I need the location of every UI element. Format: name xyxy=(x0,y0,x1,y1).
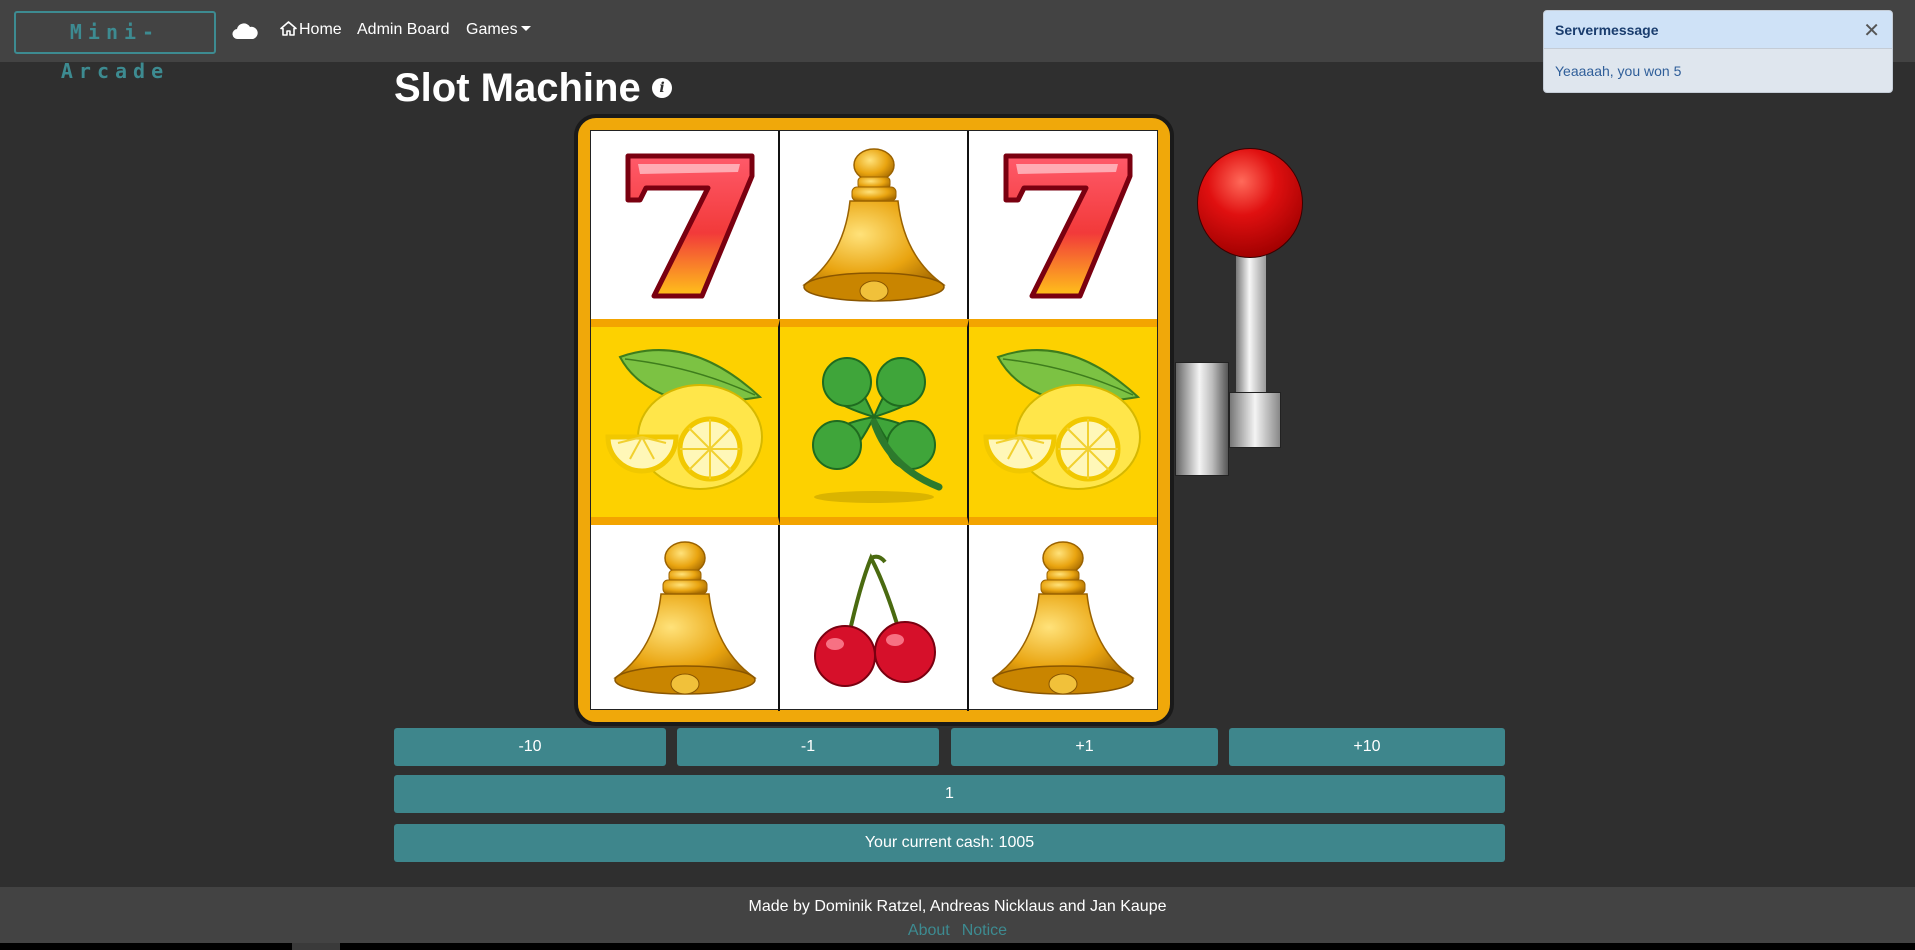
decrease-bet-10-button[interactable]: -10 xyxy=(394,728,666,766)
close-icon[interactable]: ✕ xyxy=(1863,18,1880,42)
brand-logo[interactable]: Mini-Arcade xyxy=(14,11,216,83)
slot-machine xyxy=(574,114,1174,726)
lever-knob[interactable] xyxy=(1197,148,1303,258)
clover-icon xyxy=(811,357,942,503)
decrease-bet-1-button[interactable]: -1 xyxy=(677,728,939,766)
footer-notice-link[interactable]: Notice xyxy=(962,922,1007,939)
lever-joint xyxy=(1229,392,1281,448)
bottom-strip xyxy=(0,943,1915,950)
reel-cell-lemon xyxy=(969,319,1157,525)
lever-arm[interactable] xyxy=(1236,250,1266,396)
nav-home-link[interactable]: Home xyxy=(280,21,342,39)
reel-cell-seven xyxy=(969,131,1157,319)
current-cash-display: Your current cash: 1005 xyxy=(394,824,1505,862)
increase-bet-10-button[interactable]: +10 xyxy=(1229,728,1505,766)
info-icon[interactable]: i xyxy=(652,78,672,98)
reel-cell-bell xyxy=(591,525,780,711)
lemon-icon xyxy=(983,349,1141,490)
caret-down-icon xyxy=(520,26,531,31)
nav-games-dropdown[interactable]: Games xyxy=(466,21,531,39)
page-title: Slot Machine xyxy=(394,66,641,110)
toast-title: Servermessage xyxy=(1555,22,1659,38)
nav-home-label: Home xyxy=(299,21,342,38)
increase-bet-1-button[interactable]: +1 xyxy=(951,728,1218,766)
seven-icon xyxy=(1003,153,1133,299)
cherry-icon xyxy=(813,553,936,687)
nav-admin-board-link[interactable]: Admin Board xyxy=(357,21,450,39)
footer-credits: Made by Dominik Ratzel, Andreas Nicklaus… xyxy=(748,898,1167,915)
reel-grid xyxy=(590,130,1158,711)
reel-cell-cherry xyxy=(780,525,969,711)
seven-icon xyxy=(625,153,754,299)
bet-amount-display: 1 xyxy=(394,775,1505,813)
bell-icon xyxy=(801,148,946,302)
footer-links: About Notice xyxy=(0,922,1915,940)
toast-header: Servermessage ✕ xyxy=(1544,11,1892,49)
nav-games-label: Games xyxy=(466,21,518,38)
footer-about-link[interactable]: About xyxy=(908,922,950,939)
cloud-icon[interactable] xyxy=(232,22,258,40)
reel-cell-bell xyxy=(780,131,969,319)
reel-cell-bell xyxy=(969,525,1157,711)
bell-icon xyxy=(612,541,757,695)
toast-message: Yeaaaah, you won 5 xyxy=(1555,63,1682,79)
lemon-icon xyxy=(604,349,763,490)
reel-cell-clover xyxy=(780,319,969,525)
lever-base xyxy=(1175,362,1229,476)
bottom-tab xyxy=(292,943,340,950)
reel-cell-lemon xyxy=(591,319,780,525)
server-message-toast: Servermessage ✕ Yeaaaah, you won 5 xyxy=(1543,10,1893,93)
footer: Made by Dominik Ratzel, Andreas Nicklaus… xyxy=(0,887,1915,943)
home-icon xyxy=(280,21,297,36)
bell-icon xyxy=(991,541,1135,695)
reel-cell-seven xyxy=(591,131,780,319)
